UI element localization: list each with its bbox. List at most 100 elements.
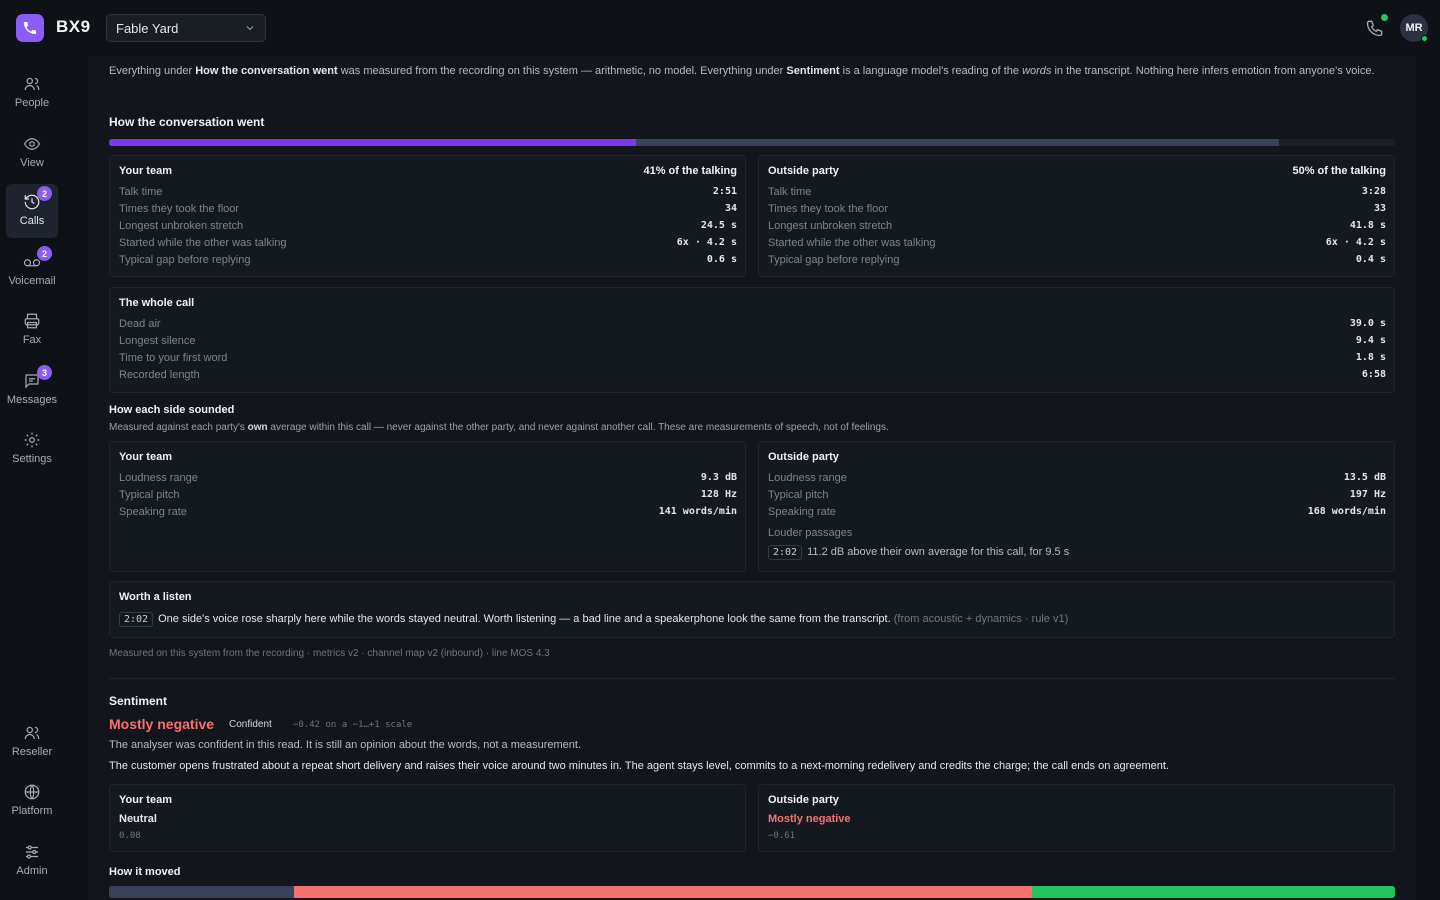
sentiment-label: Neutral (119, 813, 157, 825)
chevron-down-icon (246, 26, 254, 31)
talk-share-label: 50% of the talking (1292, 165, 1386, 177)
metric-row: Time to your first word 1.8 s (119, 352, 1386, 364)
card-title: Your team (119, 451, 172, 463)
metric-row: Times they took the floor 33 (768, 203, 1386, 215)
org-select-value: Fable Yard (116, 20, 179, 36)
sidebar-item-admin[interactable]: Admin (6, 834, 58, 888)
sidebar-item-reseller[interactable]: Reseller (6, 715, 58, 769)
talk-share-bar (109, 139, 1395, 146)
sidebar-item-label: Fax (22, 334, 42, 346)
metric-row: Talk time 3:28 (768, 186, 1386, 198)
sidebar-item-platform[interactable]: Platform (6, 774, 58, 828)
top-bar: BX9 Fable Yard MR (0, 0, 1440, 56)
sidebar-item-label: Calls (19, 215, 45, 227)
metric-row: Longest unbroken stretch 41.8 s (768, 220, 1386, 232)
phone-status-icon[interactable] (1365, 18, 1385, 38)
sentiment-summary: The customer opens frustrated about a re… (109, 760, 1170, 772)
calls-badge: 2 (37, 186, 52, 201)
metric-row: Started while the other was talking 6x · … (119, 237, 737, 249)
phone-icon (24, 22, 36, 34)
metric-row: Speaking rate 168 words/min (768, 506, 1386, 518)
call-analysis-panel: Everything under How the conversation we… (88, 56, 1416, 900)
confidence-label: Confident (229, 719, 272, 730)
gear-icon (24, 432, 40, 448)
sidebar-item-label: View (20, 157, 44, 169)
metric-row: Typical gap before replying 0.6 s (119, 254, 737, 266)
talk-share-label: 41% of the talking (643, 165, 737, 177)
sidebar-item-messages[interactable]: Messages 3 (6, 363, 58, 417)
globe-icon (24, 784, 40, 800)
phone-online-dot (1381, 14, 1388, 21)
metric-row: Typical pitch 128 Hz (119, 489, 737, 501)
card-title: Outside party (768, 165, 839, 177)
sounded-subtitle: Measured against each party's own averag… (109, 422, 889, 433)
sentiment-timeline (109, 886, 1395, 898)
printer-icon (24, 313, 40, 329)
metric-row: Typical gap before replying 0.4 s (768, 254, 1386, 266)
sentiment-segment-negative (294, 886, 1032, 898)
timestamp-chip[interactable]: 2:02 (119, 612, 154, 627)
talk-share-your-team (109, 139, 636, 146)
presence-dot (1421, 35, 1428, 42)
sentiment-score: 0.08 (119, 831, 141, 841)
section-divider (109, 678, 1395, 679)
sentiment-label: Mostly negative (768, 813, 851, 825)
talk-share-outside-party (636, 139, 1279, 146)
sentiment-verdict: Mostly negative (109, 716, 215, 732)
sidebar-item-label: Admin (16, 865, 48, 877)
people-icon (24, 77, 40, 91)
your-team-sound-card: Your team Loudness range 9.3 dB Typical p… (109, 441, 746, 572)
sidebar: People View Calls 2 Voicemail 2 Fax Mess… (0, 56, 64, 900)
how-it-moved-heading: How it moved (109, 866, 181, 878)
outside-party-talk-card: Outside party 50% of the talking Talk ti… (758, 155, 1395, 277)
metric-row: Typical pitch 197 Hz (768, 489, 1386, 501)
metric-row: Recorded length 6:58 (119, 369, 1386, 381)
metrics-footnote: Measured on this system from the recordi… (109, 648, 550, 659)
metric-row: Dead air 39.0 s (119, 318, 1386, 330)
sidebar-item-label: People (14, 97, 50, 109)
metric-row: Longest silence 9.4 s (119, 335, 1386, 347)
card-title: The whole call (119, 297, 195, 309)
whole-call-card: The whole call Dead air 39.0 s Longest si… (109, 287, 1395, 393)
timestamp-chip[interactable]: 2:02 (768, 545, 803, 560)
metric-row: Started while the other was talking 6x · … (768, 237, 1386, 249)
sentiment-segment-positive (1032, 886, 1395, 898)
sidebar-item-label: Platform (11, 805, 53, 817)
sounded-heading: How each side sounded (109, 404, 235, 416)
brand-name: BX9 (56, 17, 91, 36)
sidebar-item-label: Reseller (11, 746, 53, 758)
sliders-icon (26, 845, 38, 859)
sentiment-score-note: −0.42 on a −1…+1 scale (293, 720, 413, 730)
voicemail-badge: 2 (37, 246, 52, 261)
outside-party-sound-card: Outside party Loudness range 13.5 dB Typi… (758, 441, 1395, 572)
sidebar-item-fax[interactable]: Fax (6, 303, 58, 357)
sidebar-item-label: Voicemail (8, 275, 56, 287)
eye-icon (23, 138, 41, 150)
sidebar-item-voicemail[interactable]: Voicemail 2 (6, 244, 58, 298)
your-team-talk-card: Your team 41% of the talking Talk time 2:… (109, 155, 746, 277)
org-select[interactable]: Fable Yard (106, 14, 266, 42)
sidebar-item-label: Messages (6, 394, 58, 406)
metric-row: Talk time 2:51 (119, 186, 737, 198)
metric-row: Times they took the floor 34 (119, 203, 737, 215)
card-title: Outside party (768, 451, 839, 463)
card-title: Worth a listen (119, 591, 192, 603)
reseller-icon (24, 726, 40, 740)
card-title: Your team (119, 165, 172, 177)
card-title: Your team (119, 794, 172, 806)
sidebar-item-label: Settings (12, 453, 52, 465)
sidebar-item-view[interactable]: View (6, 126, 58, 180)
sentiment-segment-neutral (109, 886, 294, 898)
intro-text: Everything under How the conversation we… (109, 65, 1375, 77)
metric-row: Loudness range 13.5 dB (768, 472, 1386, 484)
app-logo[interactable] (16, 14, 44, 42)
sentiment-score: −0.61 (768, 831, 796, 841)
louder-passage: 2:02 11.2 dB above their own average for … (768, 545, 1069, 560)
sidebar-item-calls[interactable]: Calls 2 (6, 184, 58, 238)
sidebar-item-settings[interactable]: Settings (6, 422, 58, 476)
metric-row: Longest unbroken stretch 24.5 s (119, 220, 737, 232)
sentiment-caveat: The analyser was confident in this read.… (109, 739, 582, 751)
conversation-heading: How the conversation went (109, 115, 265, 129)
sidebar-item-people[interactable]: People (6, 66, 58, 120)
metric-row: Speaking rate 141 words/min (119, 506, 737, 518)
